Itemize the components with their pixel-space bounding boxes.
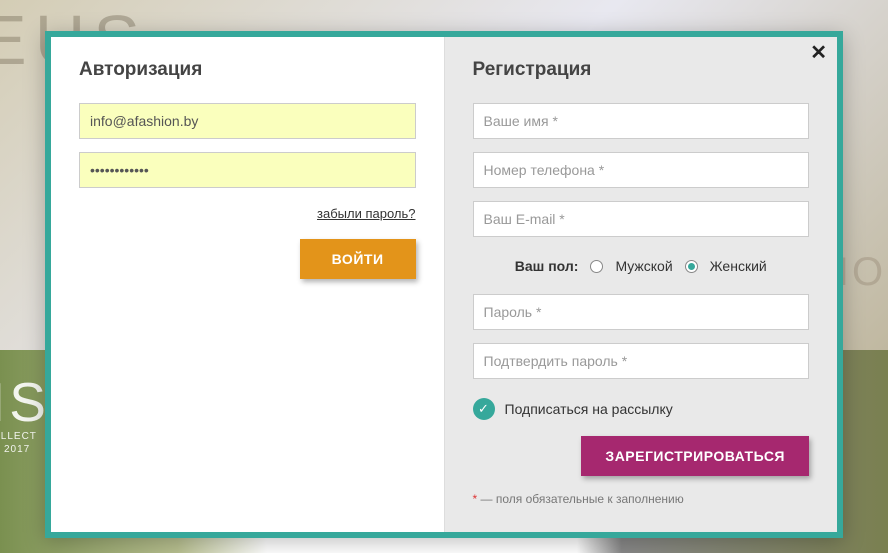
subscribe-row: ✓ Подписаться на рассылку [473,398,810,420]
auth-modal: ✕ Авторизация забыли пароль? Войти Регис… [45,31,843,538]
register-name-input[interactable] [473,103,810,139]
login-panel: Авторизация забыли пароль? Войти [51,37,444,532]
register-title: Регистрация [473,59,810,81]
forgot-password-link[interactable]: забыли пароль? [79,206,416,221]
login-title: Авторизация [79,59,416,81]
required-note: * — поля обязательные к заполнению [473,476,810,506]
check-icon: ✓ [478,401,489,417]
login-email-input[interactable] [79,103,416,139]
register-password-input[interactable] [473,294,810,330]
gender-label: Ваш пол: [515,258,579,274]
register-panel: Регистрация Ваш пол: Мужской Женский ✓ П… [444,37,838,532]
gender-row: Ваш пол: Мужской Женский [473,258,810,274]
register-email-input[interactable] [473,201,810,237]
login-password-input[interactable] [79,152,416,188]
register-phone-input[interactable] [473,152,810,188]
subscribe-checkbox[interactable]: ✓ [473,398,495,420]
close-icon[interactable]: ✕ [810,43,827,63]
login-submit-button[interactable]: Войти [300,239,416,279]
bg-collection-sub: OLLECTR 2017 [0,430,37,456]
subscribe-label: Подписаться на рассылку [505,401,673,417]
register-confirm-input[interactable] [473,343,810,379]
register-submit-button[interactable]: Зарегистрироваться [581,436,809,476]
gender-female-label: Женский [710,258,767,274]
gender-male-label: Мужской [615,258,672,274]
gender-male-radio[interactable] [590,260,603,273]
bg-collection-text: IS [0,370,50,434]
gender-female-radio[interactable] [685,260,698,273]
